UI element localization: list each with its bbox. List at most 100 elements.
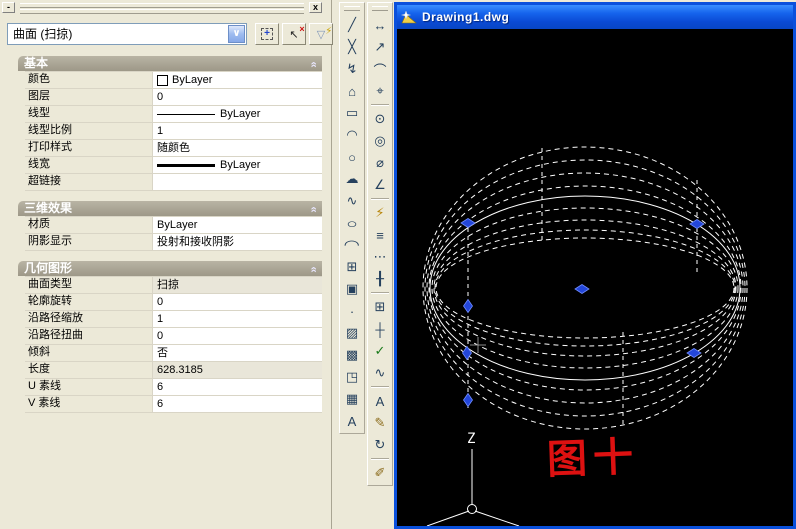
circle-button[interactable]: ○ [341,146,363,168]
radius-dimension-button[interactable]: ⊙ [369,108,391,130]
section-header-3d-effects[interactable]: 三维效果 « [18,201,322,216]
dimension-edit-button[interactable]: ✎ [369,412,391,434]
property-value[interactable]: ByLayer [153,106,322,122]
figure-label: 图十 [546,434,640,483]
property-value[interactable]: 随颜色 [153,140,322,156]
collapse-chevron-icon[interactable]: « [305,61,320,67]
property-value[interactable]: 0 [153,294,322,310]
baseline-dimension-button[interactable]: ≡ [369,224,391,246]
grip[interactable] [464,394,473,407]
angular-dimension-button[interactable]: ∠ [369,174,391,196]
gradient-button[interactable]: ▩ [341,344,363,366]
property-value[interactable]: ByLayer [153,217,322,233]
select-objects-button[interactable]: ↖× [282,23,306,45]
property-row: U 素线6 [25,379,322,396]
drawing-canvas[interactable]: Z 图十 [397,29,793,526]
region-icon: ◳ [346,369,358,385]
diameter-dimension-button[interactable]: ⌀ [369,152,391,174]
select-objects-icon: ↖× [289,28,298,41]
make-block-button[interactable]: ▣ [341,278,363,300]
text-button[interactable]: A [341,410,363,432]
ucs-z-label: Z [467,431,475,447]
ordinate-dimension-button[interactable]: ⌖ [369,80,391,102]
property-value-text: 随颜色 [157,141,190,156]
tolerance-button[interactable]: ⊞ [369,296,391,318]
property-value[interactable]: 扫掠 [153,277,322,293]
revision-cloud-button[interactable]: ☁ [341,168,363,190]
property-row: 线宽ByLayer [25,157,322,174]
dimension-break-button[interactable]: ╂ [369,268,391,290]
grip[interactable] [575,285,589,294]
property-value[interactable]: ByLayer [153,157,322,173]
palette-minimize-button[interactable]: - [2,2,15,13]
dimension-inspect-button[interactable]: ✓ [369,340,391,362]
arc-length-dimension-button[interactable]: ⌒ [369,58,391,80]
toolbar-separator [371,386,389,388]
aligned-dimension-button[interactable]: ↗ [369,36,391,58]
line-button[interactable]: ╱ [341,14,363,36]
palette-close-button[interactable]: x [309,2,322,13]
hatch-button[interactable]: ▨ [341,322,363,344]
quick-select-button[interactable]: ▽⚡ [309,23,333,45]
property-value-text: 0 [157,329,163,344]
dimension-style-button[interactable]: ✐ [369,462,391,484]
property-value[interactable]: 1 [153,123,322,139]
palette-titlebar[interactable]: - x [0,0,331,15]
toggle-pickadd-button[interactable]: + [255,23,279,45]
property-value[interactable]: 0 [153,89,322,105]
construction-line-button[interactable]: ╳ [341,36,363,58]
quick-dimension-button[interactable]: ⚡ [369,202,391,224]
polygon-icon: ⌂ [348,84,356,99]
grip[interactable] [464,300,473,313]
jogged-linear-dimension-button[interactable]: ∿ [369,362,391,384]
property-value[interactable]: 628.3185 [153,362,322,378]
property-value[interactable] [153,174,322,190]
property-value[interactable]: 投射和接收阴影 [153,234,322,250]
collapse-chevron-icon[interactable]: « [305,266,320,272]
palette-grab-bar[interactable] [20,3,304,15]
property-value[interactable]: ByLayer [153,72,322,88]
property-row: 颜色ByLayer [25,72,322,89]
insert-block-icon: ⊞ [347,259,358,275]
property-value[interactable]: 否 [153,345,322,361]
table-button[interactable]: ▦ [341,388,363,410]
rectangle-button[interactable]: ▭ [341,102,363,124]
collapse-chevron-icon[interactable]: « [305,206,320,212]
property-value[interactable]: 6 [153,379,322,395]
insert-block-button[interactable]: ⊞ [341,256,363,278]
polygon-button[interactable]: ⌂ [341,80,363,102]
section-header-geometry[interactable]: 几何图形 « [18,261,322,276]
section-header-basic[interactable]: 基本 « [18,56,322,71]
property-value[interactable]: 0 [153,328,322,344]
arc-button[interactable]: ◠ [341,124,363,146]
grip[interactable] [461,219,475,228]
gradient-icon: ▩ [346,347,358,363]
toolbar-grip[interactable] [344,6,360,11]
dimension-update-icon: ↻ [375,437,386,453]
center-mark-button[interactable]: ┼ [369,318,391,340]
chevron-down-icon[interactable]: ∨ [228,25,245,43]
dimension-text-edit-button[interactable]: A [369,390,391,412]
object-type-dropdown[interactable]: 曲面 (扫掠) ∨ [7,23,247,45]
toolbar-grip[interactable] [372,6,388,11]
property-row: 打印样式随颜色 [25,140,322,157]
property-row: 长度628.3185 [25,362,322,379]
ellipse-icon: ○ [346,216,357,231]
property-label: 线宽 [25,157,153,173]
property-value[interactable]: 1 [153,311,322,327]
property-row: 倾斜否 [25,345,322,362]
ellipse-button[interactable]: ○ [341,212,363,234]
toolbar-separator [371,198,389,200]
jogged-dimension-button[interactable]: ◎ [369,130,391,152]
spline-button[interactable]: ∿ [341,190,363,212]
drawing-window-titlebar[interactable]: Drawing1.dwg [397,5,793,29]
property-value[interactable]: 6 [153,396,322,412]
linear-dimension-button[interactable]: ↔ [369,14,391,36]
continue-dimension-button[interactable]: ⋯ [369,246,391,268]
polyline-button[interactable]: ↯ [341,58,363,80]
arc-icon: ◠ [346,127,357,143]
point-button[interactable]: · [341,300,363,322]
dimension-update-button[interactable]: ↻ [369,434,391,456]
region-button[interactable]: ◳ [341,366,363,388]
ellipse-arc-button[interactable]: ◠ [341,234,363,256]
